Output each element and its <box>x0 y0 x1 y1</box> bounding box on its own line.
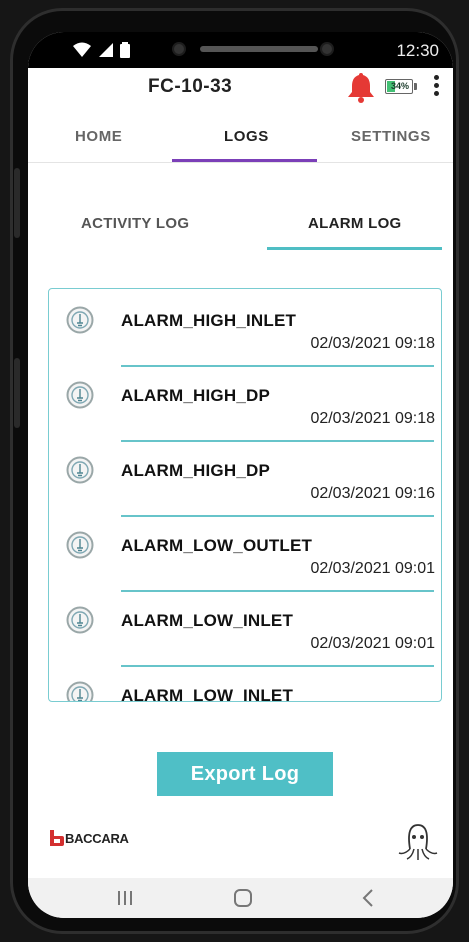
home-icon[interactable] <box>228 884 258 912</box>
device-title: FC-10-33 <box>148 76 233 97</box>
log-sub-tabs: ACTIVITY LOG ALARM LOG <box>28 208 453 252</box>
screen: 12:30 FC-10-33 34% HOME LOGS SETTINGS AC… <box>28 32 453 918</box>
alarm-type-icon <box>66 681 94 701</box>
alarm-name: ALARM_HIGH_INLET <box>121 311 297 330</box>
alarm-timestamp: 02/03/2021 09:01 <box>310 560 435 577</box>
alarm-log-list[interactable]: ALARM_HIGH_INLET 02/03/2021 09:18 ALARM_HI… <box>48 288 442 702</box>
support-ghost-icon[interactable] <box>396 819 440 863</box>
wifi-icon <box>73 42 91 57</box>
battery-icon <box>120 42 130 58</box>
export-log-button[interactable]: Export Log <box>157 752 333 796</box>
active-tab-indicator <box>172 159 317 162</box>
subtab-activity-log[interactable]: ACTIVITY LOG <box>81 215 189 232</box>
alarm-type-icon <box>66 381 94 409</box>
device-battery-indicator: 34% <box>385 79 417 94</box>
alarm-timestamp: 02/03/2021 09:18 <box>310 410 435 427</box>
alarm-log-item[interactable]: ALARM_HIGH_INLET 02/03/2021 09:18 <box>49 289 441 367</box>
volume-button <box>14 168 20 238</box>
alarm-type-icon <box>66 531 94 559</box>
alarm-log-item[interactable]: ALARM_LOW_OUTLET 02/03/2021 09:01 <box>49 514 441 592</box>
alarm-log-item[interactable]: ALARM_LOW_INLET 02/03/2021 09:01 <box>49 589 441 667</box>
app-bar: FC-10-33 34% <box>28 68 453 108</box>
speaker-grille <box>200 46 318 52</box>
alarm-name: ALARM_HIGH_DP <box>121 386 271 405</box>
signal-icon <box>99 43 113 57</box>
tab-settings[interactable]: SETTINGS <box>351 128 431 145</box>
recent-apps-icon[interactable] <box>110 884 140 912</box>
system-nav-bar <box>28 878 453 918</box>
phone-frame: 12:30 FC-10-33 34% HOME LOGS SETTINGS AC… <box>10 8 459 934</box>
alarm-name: ALARM_HIGH_DP <box>121 461 271 480</box>
alarm-log-item[interactable]: ALARM_LOW_INLET <box>49 664 441 702</box>
back-icon[interactable] <box>353 884 383 912</box>
alarm-type-icon <box>66 456 94 484</box>
logo-text: BACCARA <box>65 830 129 846</box>
main-tab-bar: HOME LOGS SETTINGS <box>28 114 453 163</box>
alarm-timestamp: 02/03/2021 09:01 <box>310 635 435 652</box>
subtab-alarm-log[interactable]: ALARM LOG <box>308 215 402 232</box>
alarm-log-item[interactable]: ALARM_HIGH_DP 02/03/2021 09:18 <box>49 364 441 442</box>
camera-icon <box>174 44 184 54</box>
tab-logs[interactable]: LOGS <box>224 128 269 145</box>
alarm-timestamp: 02/03/2021 09:18 <box>310 335 435 352</box>
baccara-logo: BACCARA <box>50 830 129 846</box>
alarm-name: ALARM_LOW_OUTLET <box>121 536 313 555</box>
alarm-type-icon <box>66 306 94 334</box>
alarm-name: ALARM_LOW_INLET <box>121 611 294 630</box>
status-bar: 12:30 <box>28 32 453 68</box>
alarm-name: ALARM_LOW_INLET <box>121 686 294 702</box>
alarm-timestamp: 02/03/2021 09:16 <box>310 485 435 502</box>
alarm-bell-icon[interactable] <box>346 71 376 103</box>
tab-home[interactable]: HOME <box>75 128 122 145</box>
status-time: 12:30 <box>396 41 439 60</box>
alarm-type-icon <box>66 606 94 634</box>
power-button <box>14 358 20 428</box>
sensor-icon <box>322 44 332 54</box>
alarm-log-item[interactable]: ALARM_HIGH_DP 02/03/2021 09:16 <box>49 439 441 517</box>
baccara-logo-icon <box>50 830 64 846</box>
active-subtab-indicator <box>267 247 442 250</box>
battery-percent: 34% <box>391 81 410 91</box>
more-options-icon[interactable] <box>433 75 439 96</box>
